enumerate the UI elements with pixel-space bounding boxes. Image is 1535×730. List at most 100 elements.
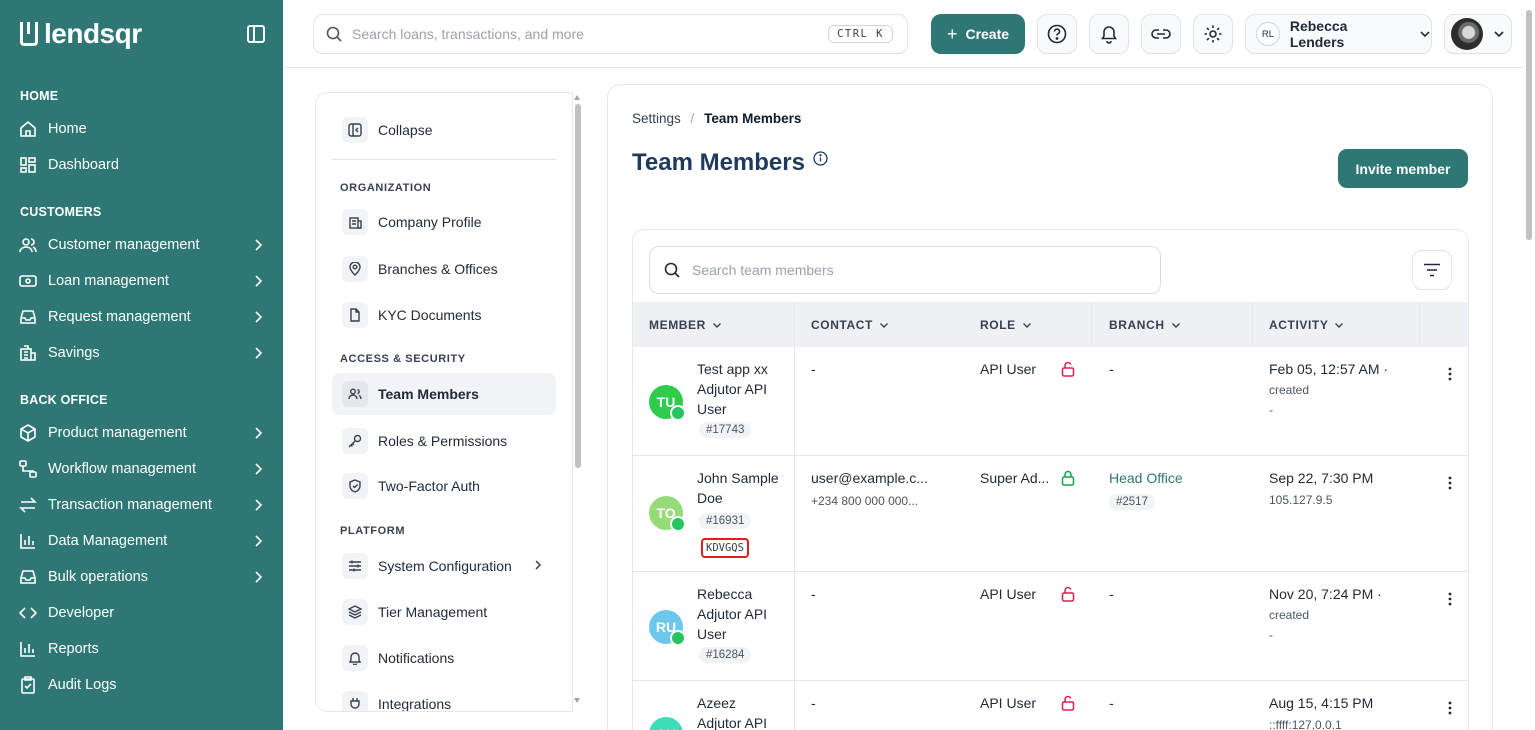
settings-collapse[interactable]: Collapse [332, 109, 556, 151]
tray-icon [18, 567, 38, 587]
table-row[interactable]: RU Rebecca Adjutor API User #16284 - API… [633, 572, 1468, 681]
help-icon [1047, 24, 1067, 44]
bar-chart-icon [18, 531, 38, 551]
sidebar-item-data-management[interactable]: Data Management [18, 527, 268, 555]
link-icon [1151, 29, 1171, 39]
settings-scrollbar-thumb[interactable] [575, 104, 581, 468]
unlocked-icon[interactable] [1061, 586, 1075, 602]
member-name[interactable]: Test app xx Adjutor API User [697, 359, 781, 419]
chevron-down-icon [1420, 31, 1430, 38]
member-branch[interactable]: Head Office [1109, 470, 1183, 486]
member-name[interactable]: Rebecca Adjutor API User [697, 584, 781, 644]
filter-button[interactable] [1412, 250, 1452, 290]
locked-icon[interactable] [1061, 470, 1075, 486]
column-header-branch[interactable]: BRANCH [1109, 302, 1181, 347]
breadcrumb-separator: / [690, 111, 695, 126]
settings-item-label: Two-Factor Auth [378, 478, 480, 494]
settings-item-two-factor-auth[interactable]: Two-Factor Auth [332, 465, 556, 507]
member-name[interactable]: Azeez Adjutor API [697, 693, 781, 730]
settings-item-kyc-documents[interactable]: KYC Documents [332, 294, 556, 336]
brand-logo[interactable]: lendsqr [20, 18, 142, 50]
settings-item-roles-permissions[interactable]: Roles & Permissions [332, 420, 556, 462]
sidebar-item-developer[interactable]: Developer [18, 599, 268, 627]
member-referral-code[interactable]: KDVGQS [701, 538, 749, 558]
sidebar-item-savings[interactable]: Savings [18, 339, 268, 367]
sidebar-item-transaction-management[interactable]: Transaction management [18, 491, 268, 519]
settings-button[interactable] [1193, 14, 1233, 54]
settings-item-system-configuration[interactable]: System Configuration [332, 545, 556, 587]
scroll-up-arrow[interactable] [574, 95, 580, 100]
nav-section-home: HOME [20, 89, 59, 103]
column-divider [1419, 302, 1420, 347]
settings-item-tier-management[interactable]: Tier Management [332, 591, 556, 633]
create-button[interactable]: + Create [931, 14, 1025, 54]
help-button[interactable] [1037, 14, 1077, 54]
chevron-down-icon [712, 322, 721, 328]
page-scrollbar-thumb[interactable] [1526, 10, 1532, 240]
global-search[interactable]: Search loans, transactions, and more CTR… [313, 14, 908, 54]
sidebar-item-workflow-management[interactable]: Workflow management [18, 455, 268, 483]
team-search[interactable]: Search team members [649, 246, 1161, 294]
chevron-right-icon [255, 275, 263, 287]
table-row[interactable]: TO John Sample Doe #16931 KDVGQS user@ex… [633, 456, 1468, 572]
sidebar-item-reports[interactable]: Reports [18, 635, 268, 663]
chevron-right-icon [255, 347, 263, 359]
member-branch: - [1109, 361, 1114, 377]
scroll-down-arrow[interactable] [574, 698, 580, 703]
chevron-right-icon [255, 427, 263, 439]
more-options-icon[interactable] [1448, 367, 1452, 381]
column-header-label: MEMBER [649, 317, 706, 332]
notifications-button[interactable] [1089, 14, 1129, 54]
plug-icon [342, 691, 368, 711]
sidebar-item-dashboard[interactable]: Dashboard [18, 151, 268, 179]
table-row[interactable]: TU Test app xx Adjutor API User #17743 -… [633, 347, 1468, 456]
more-options-icon[interactable] [1448, 701, 1452, 715]
unlocked-icon[interactable] [1061, 695, 1075, 711]
chevron-down-icon [1171, 322, 1180, 328]
dashboard-icon [18, 155, 38, 175]
more-options-icon[interactable] [1448, 592, 1452, 606]
column-header-role[interactable]: ROLE [980, 302, 1032, 347]
sidebar-item-label: Product management [48, 425, 187, 441]
column-header-activity[interactable]: ACTIVITY [1269, 302, 1344, 347]
settings-item-notifications[interactable]: Notifications [332, 637, 556, 679]
sidebar-item-product-management[interactable]: Product management [18, 419, 268, 447]
breadcrumb-settings[interactable]: Settings [632, 111, 681, 126]
member-name[interactable]: John Sample Doe [697, 468, 781, 508]
divider [332, 159, 556, 160]
member-activity: Aug 15, 4:15 PM [1269, 695, 1374, 711]
unlocked-icon[interactable] [1061, 361, 1075, 377]
settings-item-company-profile[interactable]: Company Profile [332, 201, 556, 243]
document-icon [342, 302, 368, 328]
column-header-label: ACTIVITY [1269, 317, 1329, 332]
account-switcher[interactable]: RL Rebecca Lenders [1245, 14, 1432, 54]
member-activity-detail: 105.127.9.5 [1269, 493, 1333, 507]
sliders-icon [342, 553, 368, 579]
table-row[interactable]: AU Azeez Adjutor API - API User - Aug 15… [633, 681, 1468, 730]
sidebar-item-customer-management[interactable]: Customer management [18, 231, 268, 259]
more-options-icon[interactable] [1448, 476, 1452, 490]
sidebar-item-bulk-operations[interactable]: Bulk operations [18, 563, 268, 591]
column-header-contact[interactable]: CONTACT [811, 302, 889, 347]
links-button[interactable] [1141, 14, 1181, 54]
sidebar-item-label: Dashboard [48, 157, 119, 173]
search-input[interactable]: Search loans, transactions, and more [352, 26, 584, 42]
sidebar-item-request-management[interactable]: Request management [18, 303, 268, 331]
collapse-sidebar-icon[interactable] [247, 25, 265, 43]
info-icon[interactable] [813, 150, 828, 166]
page-title: Team Members [632, 149, 828, 177]
team-search-input[interactable]: Search team members [692, 262, 834, 278]
profile-menu-button[interactable] [1444, 14, 1512, 54]
sidebar-item-loan-management[interactable]: Loan management [18, 267, 268, 295]
sidebar-item-home[interactable]: Home [18, 115, 268, 143]
sidebar-item-audit-logs[interactable]: Audit Logs [18, 671, 268, 699]
sidebar-item-label: Bulk operations [48, 569, 148, 585]
settings-item-integrations[interactable]: Integrations [332, 683, 556, 711]
invite-member-button[interactable]: Invite member [1338, 149, 1468, 188]
sidebar-item-label: Transaction management [48, 497, 212, 513]
settings-item-team-members[interactable]: Team Members [332, 373, 556, 415]
sidebar-item-label: Data Management [48, 533, 168, 549]
column-header-member[interactable]: MEMBER [649, 302, 722, 347]
settings-item-branches[interactable]: Branches & Offices [332, 248, 556, 290]
member-email: user@example.c... [811, 470, 928, 486]
